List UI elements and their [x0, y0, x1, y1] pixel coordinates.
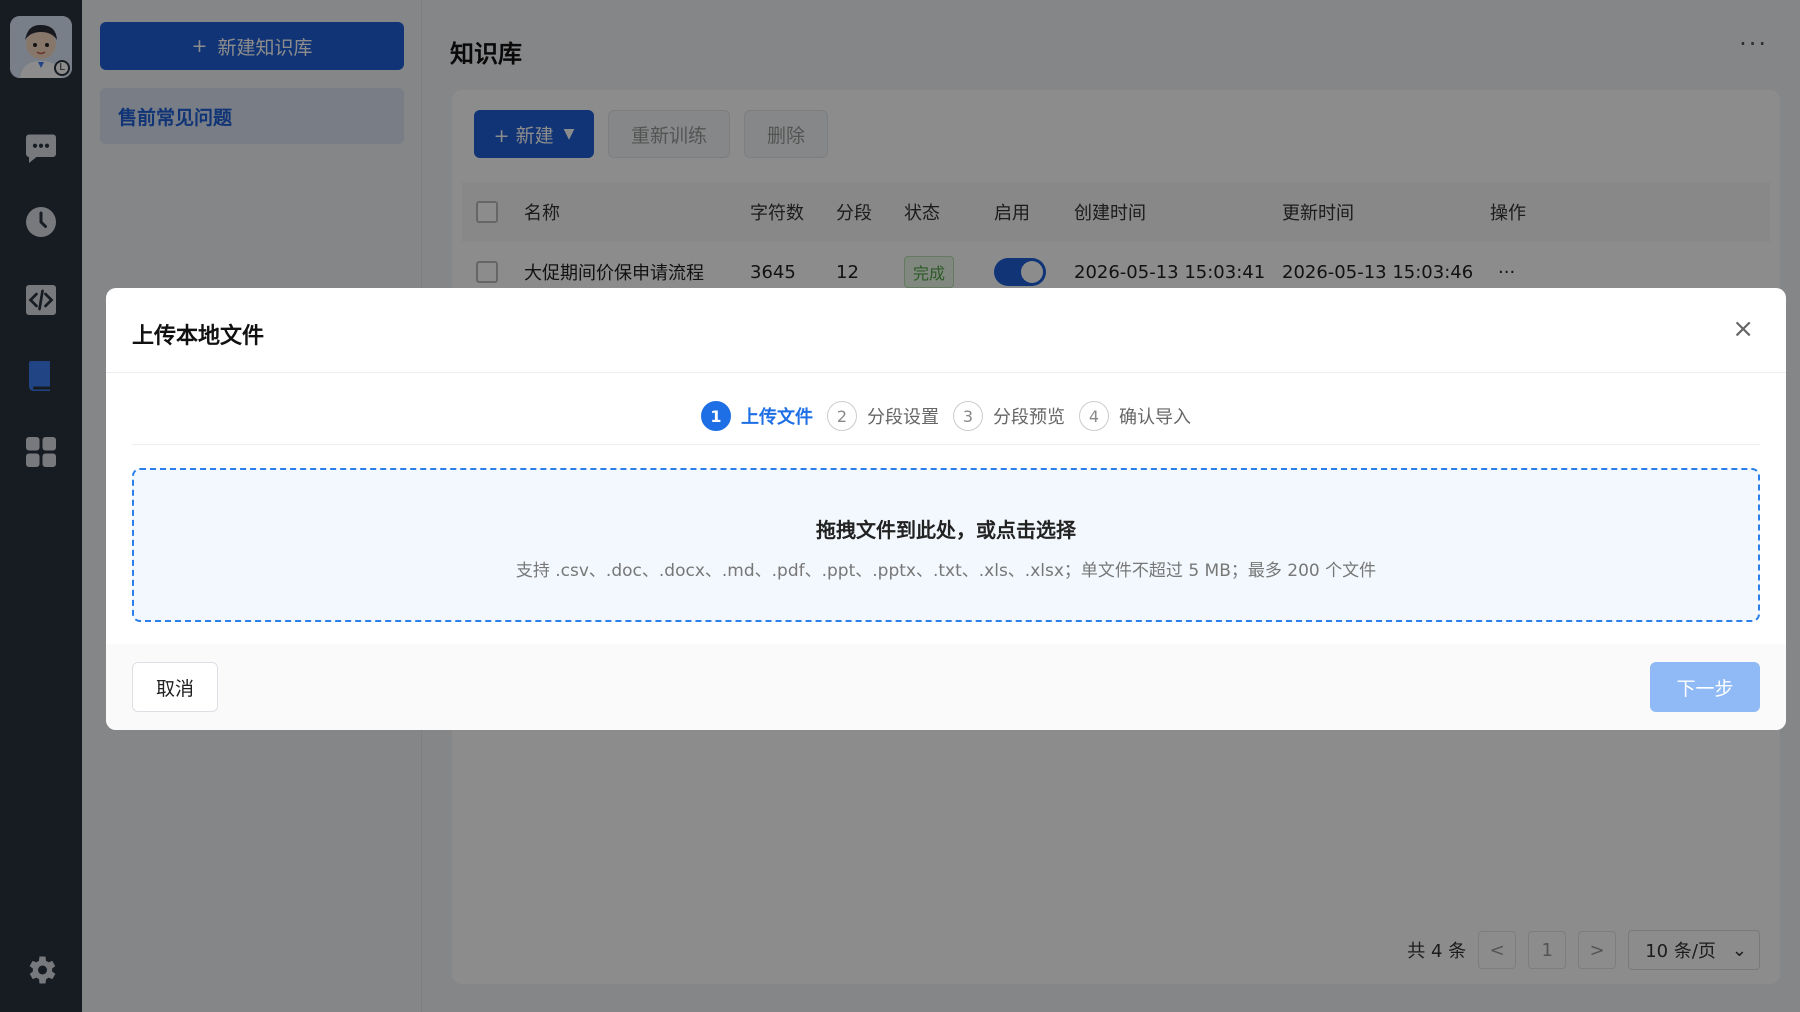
close-icon[interactable]: ×: [1732, 314, 1754, 344]
step-number: 4: [1079, 401, 1109, 431]
step-label: 确认导入: [1119, 407, 1191, 428]
dialog-header-divider: [106, 372, 1786, 373]
dialog-title: 上传本地文件: [132, 324, 265, 349]
dialog-footer: 取消 下一步: [106, 644, 1786, 730]
step-label: 分段预览: [993, 407, 1065, 428]
dropzone-title: 拖拽文件到此处，或点击选择: [816, 518, 1076, 542]
step-segment-preview: 3 分段预览: [953, 401, 1065, 431]
next-step-button[interactable]: 下一步: [1650, 662, 1760, 712]
step-number: 3: [953, 401, 983, 431]
step-number: 1: [701, 401, 731, 431]
cancel-button[interactable]: 取消: [132, 662, 218, 712]
step-indicator: 1 上传文件 2 分段设置 3 分段预览 4 确认导入: [106, 388, 1786, 444]
step-label: 分段设置: [867, 407, 939, 428]
step-confirm-import: 4 确认导入: [1079, 401, 1191, 431]
step-label: 上传文件: [741, 407, 813, 428]
steps-divider: [132, 444, 1760, 445]
step-number: 2: [827, 401, 857, 431]
file-dropzone[interactable]: 拖拽文件到此处，或点击选择 支持 .csv、.doc、.docx、.md、.pd…: [132, 468, 1760, 622]
step-segment-settings: 2 分段设置: [827, 401, 939, 431]
dropzone-hint: 支持 .csv、.doc、.docx、.md、.pdf、.ppt、.pptx、.…: [515, 561, 1377, 581]
upload-dialog: 上传本地文件 × 1 上传文件 2 分段设置 3 分段预览 4 确认导入 拖拽文…: [106, 288, 1786, 730]
step-upload-file: 1 上传文件: [701, 401, 813, 431]
